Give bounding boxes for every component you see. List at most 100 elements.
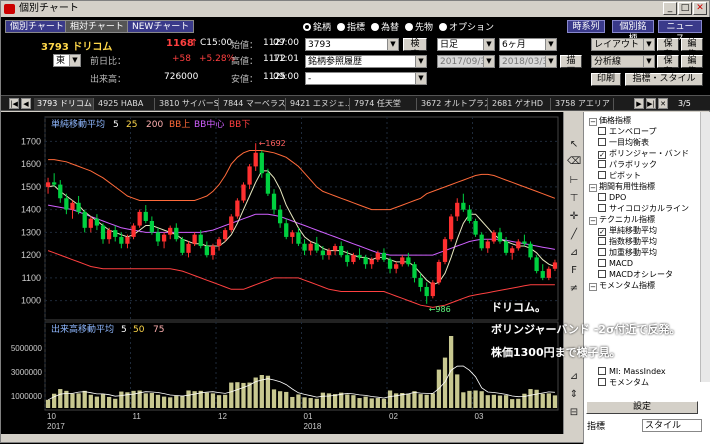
- next-icon[interactable]: ▶: [634, 98, 644, 109]
- stock-tab[interactable]: 3810 サイバーS: [156, 98, 219, 110]
- chart-area[interactable]: 1700 1600 1500 1400 1300 1200 1100 1000 単純移動平均 5 2…: [1, 112, 563, 434]
- history-select[interactable]: 銘柄参照履歴 ▼: [305, 55, 427, 68]
- fan-icon[interactable]: ⊿: [567, 246, 581, 260]
- close-button[interactable]: ✕: [693, 2, 707, 15]
- indicator-group[interactable]: − モメンタム指標: [589, 280, 655, 291]
- checkbox-icon[interactable]: [598, 127, 606, 135]
- tab-new-chart[interactable]: NEWチャート: [127, 20, 195, 33]
- search-button[interactable]: 検索: [403, 38, 427, 60]
- radio-futures[interactable]: 先物: [405, 20, 433, 33]
- indicator-item[interactable]: モメンタム: [598, 377, 649, 388]
- checkbox-icon[interactable]: [598, 259, 606, 267]
- code-input[interactable]: 3793 ▼: [305, 38, 399, 51]
- layout-select[interactable]: レイアウト ▼: [591, 38, 655, 51]
- indicator-item[interactable]: パラボリック: [598, 159, 657, 170]
- indicator-item[interactable]: 加重移動平均: [598, 247, 657, 258]
- sub-select[interactable]: - ▼: [305, 72, 427, 85]
- channel-icon[interactable]: ≠: [567, 282, 581, 296]
- indicator-group[interactable]: − 価格指標: [589, 115, 631, 126]
- cross-icon[interactable]: ✛: [567, 210, 581, 224]
- checkbox-icon[interactable]: [598, 248, 606, 256]
- checkbox-icon[interactable]: ✓: [598, 228, 606, 236]
- indicator-group[interactable]: − 期間有用性指標: [589, 181, 655, 192]
- radio-stock[interactable]: 銘柄: [303, 20, 331, 33]
- checkbox-icon[interactable]: [598, 171, 606, 179]
- radio-index[interactable]: 指標: [337, 20, 365, 33]
- interval-select[interactable]: 日足 ▼: [437, 38, 495, 51]
- trendline-icon[interactable]: ╱: [567, 228, 581, 242]
- market-select[interactable]: 東 ▼: [53, 54, 81, 67]
- indicator-tab-label[interactable]: 指標: [587, 422, 605, 433]
- stock-tab[interactable]: 7974 任天堂: [351, 98, 417, 110]
- radio-fx[interactable]: 為替: [371, 20, 399, 33]
- analysis-select[interactable]: 分析線 ▼: [591, 55, 655, 68]
- panel-scrollbar[interactable]: [700, 112, 710, 382]
- print-button[interactable]: 印刷: [591, 73, 621, 86]
- close-tab-icon[interactable]: ✕: [658, 98, 668, 109]
- indicator-item[interactable]: ✓ ボリンジャー・バンド: [598, 148, 689, 159]
- checkbox-icon[interactable]: [598, 270, 606, 278]
- stock-tab[interactable]: 2681 ゲオHD: [489, 98, 551, 110]
- checkbox-icon[interactable]: [598, 378, 606, 386]
- indicator-item[interactable]: 指数移動平均: [598, 236, 657, 247]
- checkbox-icon[interactable]: [598, 193, 606, 201]
- individual-issue-button[interactable]: 個別銘柄: [612, 20, 654, 44]
- tab-relative-chart[interactable]: 相対チャート: [65, 20, 129, 33]
- prev-icon[interactable]: ◀: [21, 98, 31, 109]
- checkbox-icon[interactable]: [598, 160, 606, 168]
- hline-icon[interactable]: ⊢: [567, 174, 581, 188]
- analysis-edit-button[interactable]: 編集: [681, 55, 703, 77]
- price-chart[interactable]: 17001600150014001300120011001000単純移動平均 5 2…: [1, 112, 563, 434]
- indicator-item[interactable]: MACD: [598, 258, 633, 269]
- draw-button[interactable]: 描画: [560, 55, 582, 77]
- checkbox-icon[interactable]: [598, 367, 606, 375]
- zoom-icon[interactable]: ⇕: [567, 388, 581, 402]
- maximize-button[interactable]: □: [678, 2, 692, 15]
- news-button[interactable]: ニュース: [658, 20, 702, 44]
- from-date[interactable]: 2017/09/30 ▼: [437, 55, 495, 68]
- analysis-save-button[interactable]: 保存: [657, 55, 679, 77]
- eraser-icon[interactable]: ⌫: [567, 155, 581, 169]
- indicator-item[interactable]: MACDオシレータ: [598, 269, 673, 280]
- layout-save-button[interactable]: 保存: [657, 38, 679, 60]
- indicator-item[interactable]: MI: MassIndex: [598, 366, 666, 377]
- settings-button[interactable]: 設定: [586, 401, 698, 414]
- stock-tab[interactable]: 3672 オルトプラス: [418, 98, 488, 110]
- scale-icon[interactable]: ⊿: [567, 370, 581, 384]
- stock-tab[interactable]: 9421 エヌジェ..: [287, 98, 350, 110]
- first-icon[interactable]: |◀: [9, 98, 19, 109]
- checkbox-icon[interactable]: [598, 138, 606, 146]
- vline-icon[interactable]: ⊤: [567, 192, 581, 206]
- indicator-group[interactable]: − テクニカル指標: [589, 214, 655, 225]
- collapse-icon[interactable]: −: [589, 283, 597, 291]
- checkbox-icon[interactable]: [598, 204, 606, 212]
- fibo-icon[interactable]: Ϝ: [567, 264, 581, 278]
- cursor-icon[interactable]: ↖: [567, 138, 581, 152]
- collapse-icon[interactable]: −: [589, 184, 597, 192]
- timeseries-button[interactable]: 時系列: [567, 20, 605, 33]
- to-date[interactable]: 2018/03/31 ▼: [499, 55, 557, 68]
- stock-tab[interactable]: 3758 アエリア: [552, 98, 614, 110]
- indicator-item[interactable]: ✓ 単純移動平均: [598, 225, 657, 236]
- checkbox-icon[interactable]: ✓: [598, 151, 606, 159]
- minimize-button[interactable]: _: [663, 2, 677, 15]
- indicator-item[interactable]: 一目均衡表: [598, 137, 649, 148]
- indicator-item[interactable]: エンベロープ: [598, 126, 657, 137]
- stock-tab[interactable]: 4925 HABA: [95, 98, 155, 110]
- radio-options[interactable]: オプション: [439, 20, 494, 33]
- indicator-item[interactable]: ピボット: [598, 170, 641, 181]
- indicator-style-button[interactable]: 指標・スタイル>>: [625, 73, 703, 95]
- layout-edit-button[interactable]: 編集: [681, 38, 703, 60]
- tab-individual-chart[interactable]: 個別チャート: [5, 20, 69, 33]
- collapse-icon[interactable]: −: [589, 217, 597, 225]
- reset-icon[interactable]: ⊟: [567, 406, 581, 420]
- style-tab[interactable]: スタイル: [642, 419, 702, 432]
- range-select[interactable]: 6ヶ月 ▼: [499, 38, 557, 51]
- stock-tab[interactable]: 3793 ドリコム: [34, 98, 94, 110]
- indicator-item[interactable]: DPO: [598, 192, 626, 203]
- collapse-icon[interactable]: −: [589, 118, 597, 126]
- checkbox-icon[interactable]: [598, 237, 606, 245]
- stock-tab[interactable]: 7844 マーベラス: [220, 98, 286, 110]
- indicator-item[interactable]: サイコロジカルライン: [598, 203, 689, 214]
- last-icon[interactable]: ▶|: [646, 98, 656, 109]
